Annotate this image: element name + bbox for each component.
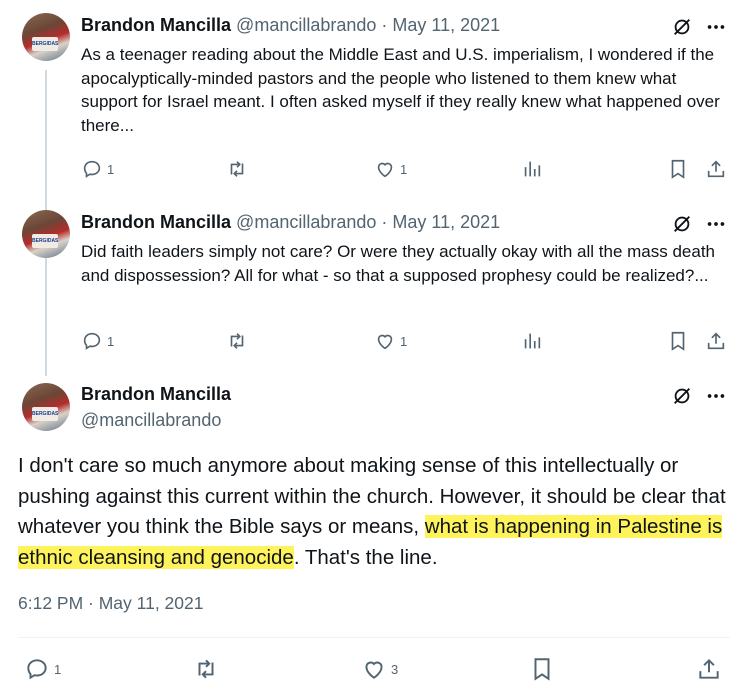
tweet-timestamp[interactable]: 6:12 PM · May 11, 2021 bbox=[18, 593, 203, 614]
reply-icon bbox=[83, 332, 101, 350]
reply-icon bbox=[83, 160, 101, 178]
share-icon bbox=[699, 658, 719, 679]
bookmark-icon bbox=[671, 159, 685, 179]
retweet-icon bbox=[230, 161, 244, 177]
main-avatar[interactable]: BERGIDAS bbox=[22, 383, 70, 431]
avatar-sign: BERGIDAS bbox=[32, 37, 58, 51]
more-icon[interactable] bbox=[705, 213, 727, 240]
reply-icon bbox=[27, 659, 47, 680]
views-icon bbox=[524, 161, 541, 177]
like-count: 1 bbox=[400, 333, 408, 349]
bookmark-icon bbox=[534, 658, 550, 681]
avatar[interactable]: BERGIDAS bbox=[22, 210, 70, 258]
tweet-actions: 1 1 bbox=[81, 330, 731, 354]
like-icon bbox=[377, 162, 393, 178]
author-name[interactable]: Brandon Mancilla bbox=[81, 212, 231, 232]
main-tweet-text: I don't care so much anymore about makin… bbox=[18, 451, 733, 573]
views-icon bbox=[524, 333, 541, 349]
separator: · bbox=[381, 212, 388, 232]
reply-button[interactable]: 1 bbox=[81, 158, 114, 180]
author-handle[interactable]: @mancillabrando bbox=[236, 212, 376, 232]
retweet-icon bbox=[198, 659, 214, 679]
tweet-actions: 1 1 bbox=[81, 158, 731, 182]
share-button[interactable] bbox=[705, 330, 727, 352]
bookmark-icon bbox=[671, 331, 685, 351]
avatar-sign: BERGIDAS bbox=[32, 407, 58, 421]
grok-icon[interactable] bbox=[671, 385, 693, 412]
reply-count: 1 bbox=[107, 161, 115, 177]
share-button[interactable] bbox=[696, 656, 722, 682]
main-author-handle[interactable]: @mancillabrando bbox=[81, 410, 221, 431]
avatar-sign: BERGIDAS bbox=[32, 234, 58, 248]
tweet-header: Brandon Mancilla @mancillabrando · May 1… bbox=[81, 15, 500, 36]
main-text-end: . That's the line. bbox=[293, 545, 438, 569]
views-button[interactable] bbox=[521, 330, 543, 352]
main-author-name[interactable]: Brandon Mancilla bbox=[81, 384, 231, 405]
avatar[interactable]: BERGIDAS bbox=[22, 13, 70, 61]
reply-count: 1 bbox=[54, 661, 62, 677]
share-icon bbox=[707, 332, 725, 350]
more-icon[interactable] bbox=[705, 385, 727, 412]
like-button[interactable]: 1 bbox=[374, 330, 407, 352]
like-button[interactable]: 1 bbox=[374, 158, 407, 180]
like-count: 1 bbox=[400, 161, 408, 177]
thread-tweet-2[interactable]: BERGIDAS Brandon Mancilla @mancillabrand… bbox=[0, 190, 749, 370]
separator: · bbox=[381, 15, 388, 35]
like-icon bbox=[365, 661, 383, 679]
like-button[interactable]: 3 bbox=[361, 656, 398, 682]
tweet-text: As a teenager reading about the Middle E… bbox=[81, 45, 720, 135]
tweet-header: Brandon Mancilla @mancillabrando · May 1… bbox=[81, 212, 500, 233]
retweet-button[interactable] bbox=[226, 158, 248, 180]
bookmark-button[interactable] bbox=[667, 158, 689, 180]
views-button[interactable] bbox=[521, 158, 543, 180]
share-button[interactable] bbox=[705, 158, 727, 180]
grok-icon[interactable] bbox=[671, 213, 693, 240]
author-handle[interactable]: @mancillabrando bbox=[236, 15, 376, 35]
retweet-button[interactable] bbox=[193, 656, 219, 682]
bookmark-button[interactable] bbox=[529, 656, 555, 682]
grok-icon[interactable] bbox=[671, 16, 693, 43]
reply-button[interactable]: 1 bbox=[81, 330, 114, 352]
retweet-button[interactable] bbox=[226, 330, 248, 352]
main-tweet-actions: 1 3 bbox=[18, 656, 730, 684]
like-icon bbox=[377, 334, 393, 350]
author-name[interactable]: Brandon Mancilla bbox=[81, 15, 231, 35]
tweet-date[interactable]: May 11, 2021 bbox=[392, 15, 500, 35]
reply-button[interactable]: 1 bbox=[24, 656, 61, 682]
more-icon[interactable] bbox=[705, 16, 727, 43]
thread-tweet-1[interactable]: BERGIDAS Brandon Mancilla @mancillabrand… bbox=[0, 0, 749, 190]
tweet-text: Did faith leaders simply not care? Or we… bbox=[81, 242, 716, 285]
retweet-icon bbox=[230, 333, 244, 349]
divider bbox=[18, 637, 730, 638]
share-icon bbox=[707, 160, 725, 178]
like-count: 3 bbox=[391, 661, 399, 677]
bookmark-button[interactable] bbox=[667, 330, 689, 352]
reply-count: 1 bbox=[107, 333, 115, 349]
tweet-date[interactable]: May 11, 2021 bbox=[392, 212, 500, 232]
